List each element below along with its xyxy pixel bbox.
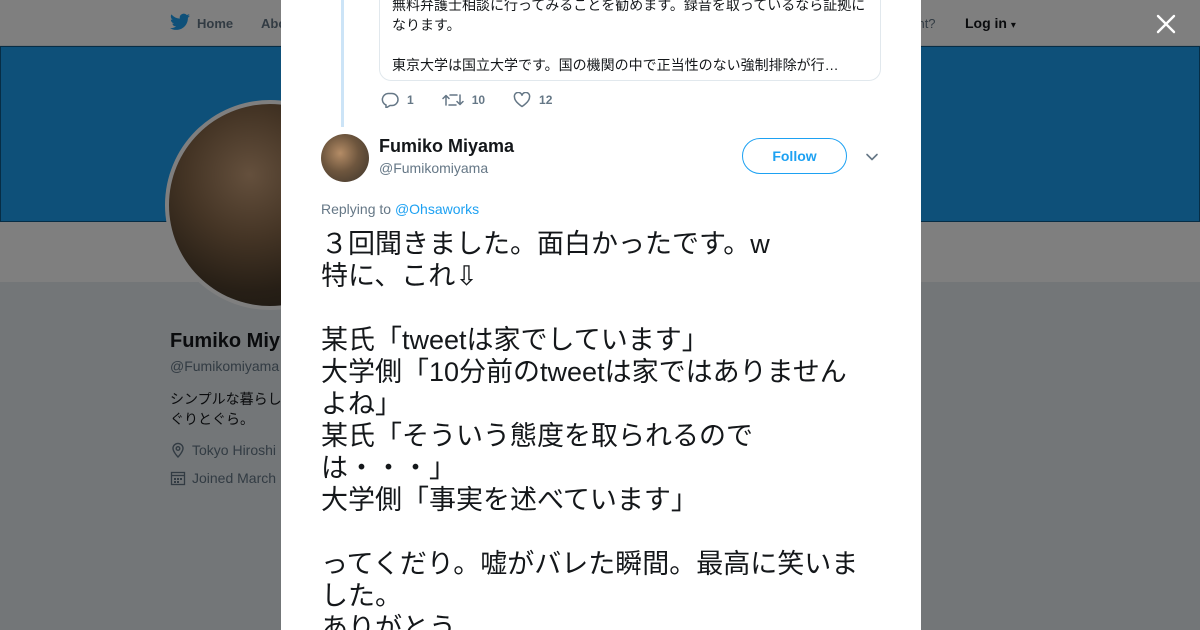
- like-count: 12: [539, 93, 553, 107]
- tweet-text-line: 特に、これ⇩: [321, 261, 478, 291]
- chevron-down-icon[interactable]: [865, 150, 879, 164]
- tweet-text-line: よね」: [321, 389, 402, 419]
- quote-line: 東京大学は国立大学です。国の機関の中で正当性のない強制排除が行…: [392, 57, 839, 73]
- like-button[interactable]: 12: [513, 92, 552, 108]
- reply-button[interactable]: 1: [381, 92, 414, 108]
- quoted-tweet-card[interactable]: 無料弁護士相談に行ってみることを勧めます。録音を取っているなら証拠に なります。…: [379, 0, 881, 81]
- tweet-text-line: 大学側「事実を述べています」: [321, 485, 698, 515]
- replying-to: Replying to @Ohsaworks: [321, 201, 479, 217]
- tweet-text-line: ありがとう。: [321, 613, 482, 630]
- retweet-button[interactable]: 10: [441, 92, 486, 108]
- retweet-count: 10: [471, 93, 486, 107]
- tweet-text-line: 某氏「そういう態度を取られるので: [321, 421, 753, 451]
- tweet-author-avatar[interactable]: [321, 134, 369, 182]
- tweet-text: ３回聞きました。面白かったです。w 特に、これ⇩ 某氏「tweetは家でしていま…: [321, 228, 886, 630]
- tweet-text-line: [321, 292, 886, 324]
- tweet-modal: 無料弁護士相談に行ってみることを勧めます。録音を取っているなら証拠に なります。…: [281, 0, 921, 630]
- replying-prefix: Replying to: [321, 201, 392, 217]
- follow-button[interactable]: Follow: [742, 138, 847, 174]
- quote-line: 無料弁護士相談に行ってみることを勧めます。録音を取っているなら証拠に: [392, 0, 866, 13]
- quote-line: なります。: [392, 17, 461, 33]
- tweet-text-line: 某氏「tweetは家でしています」: [321, 325, 709, 355]
- close-icon[interactable]: [1155, 13, 1177, 35]
- tweet-text-line: ってくだり。嘘がバレた瞬間。最高に笑いま: [321, 549, 859, 579]
- tweet-author-handle[interactable]: @Fumikomiyama: [379, 160, 488, 176]
- tweet-author-name[interactable]: Fumiko Miyama: [379, 136, 514, 157]
- reply-count: 1: [407, 93, 414, 107]
- tweet-text-line: 大学側「10分前のtweetは家ではありません: [321, 357, 847, 387]
- tweet-text-line: した。: [321, 581, 402, 611]
- retweet-icon: [441, 94, 464, 106]
- replying-to-link[interactable]: @Ohsaworks: [395, 201, 479, 217]
- quote-line-blank: [392, 35, 868, 55]
- tweet-text-line: [321, 516, 886, 548]
- reply-icon: [381, 92, 399, 108]
- tweet-text-line: は・・・」: [321, 453, 456, 483]
- heart-icon: [513, 92, 531, 108]
- tweet-actions: 1 10 12: [381, 92, 580, 108]
- thread-connector: [341, 0, 344, 127]
- tweet-text-line: ３回聞きました。面白かったです。w: [321, 229, 770, 259]
